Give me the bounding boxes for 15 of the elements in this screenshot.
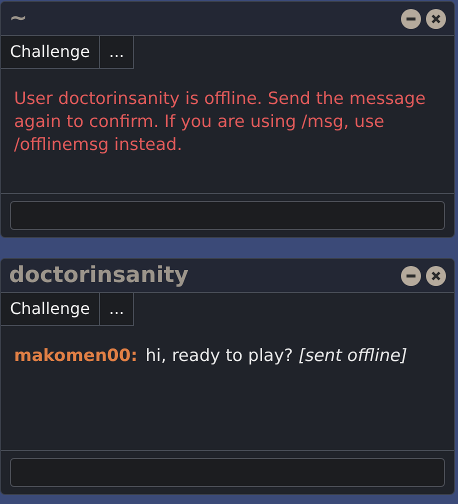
minimize-icon[interactable] [401,8,421,28]
toolbar-button[interactable]: Challenge [1,36,100,69]
chat-message: hi, ready to play? [sent offline] [146,346,408,366]
message-input[interactable] [10,201,445,230]
message-input[interactable] [10,458,445,487]
minimize-icon[interactable] [401,266,421,286]
window-title: doctorinsanity [9,264,189,286]
toolbar-button[interactable]: ... [100,36,134,69]
error-message: User doctorinsanity is offline. Send the message again to confirm. If you are using /msg, use /offlinemsg instead. [14,88,427,157]
toolbar-button[interactable]: Challenge [1,293,100,326]
username: makomen00: [14,346,138,366]
toolbar-button[interactable]: ... [100,293,134,326]
close-icon[interactable] [426,266,446,286]
close-icon[interactable] [426,8,446,28]
window-title: ~ [9,8,28,30]
